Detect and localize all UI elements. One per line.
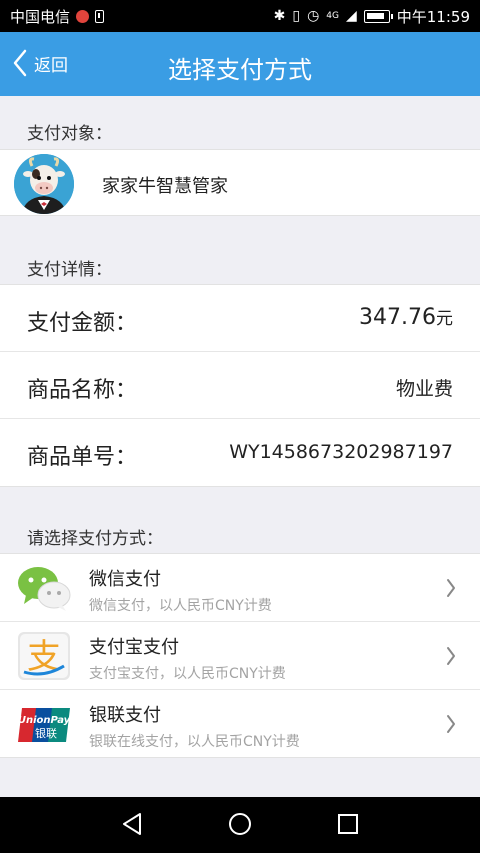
- merchant-name: 家家牛智慧管家: [102, 176, 228, 197]
- system-nav-bar: [0, 797, 480, 853]
- merchant-panel: 家家牛智慧管家: [0, 149, 480, 216]
- carrier-label: 中国电信: [10, 7, 71, 26]
- amount-unit: 元: [436, 309, 453, 329]
- sim-card-icon: [95, 9, 105, 23]
- details-panel: 支付金额： 347.76元 商品名称： 物业费 商品单号： WY14586732…: [0, 284, 480, 487]
- order-number-value: WY1458673202987197: [229, 441, 453, 463]
- notification-badge-icon: [76, 9, 90, 23]
- amount-label: 支付金额：: [27, 311, 138, 336]
- unionpay-icon: UnionPay 银联: [18, 708, 71, 742]
- page-title: 选择支付方式: [168, 56, 312, 84]
- cow-mascot-icon: [14, 154, 74, 214]
- status-time: 中午11:59: [396, 7, 470, 26]
- detail-row-order-number: 商品单号： WY1458673202987197: [0, 419, 480, 486]
- unionpay-subtitle: 银联在线支付，以人民币CNY计费: [89, 734, 300, 750]
- signal-icon: ◢: [345, 8, 357, 24]
- merchant-avatar: [14, 154, 74, 214]
- payment-method-wechat[interactable]: 微信支付 微信支付，以人民币CNY计费: [0, 554, 480, 622]
- alipay-title: 支付宝支付: [89, 637, 179, 658]
- alipay-icon: 支: [18, 632, 70, 680]
- vibrate-icon: ▯: [292, 8, 301, 24]
- payment-section-label: 请选择支付方式：: [27, 529, 163, 549]
- amount-value-wrap: 347.76元: [359, 304, 453, 330]
- alarm-icon: ◷: [307, 8, 320, 24]
- wechat-title: 微信支付: [89, 569, 161, 590]
- order-number-label: 商品单号：: [27, 445, 138, 470]
- status-bar: 中国电信 ✱ ▯ ◷ 4G ◢ 中午11:59: [0, 0, 480, 32]
- detail-row-amount: 支付金额： 347.76元: [0, 285, 480, 352]
- battery-icon: [363, 9, 393, 23]
- bluetooth-icon: ✱: [273, 8, 286, 24]
- product-name-label: 商品名称：: [27, 378, 138, 403]
- details-section-label: 支付详情：: [27, 260, 112, 280]
- payment-method-alipay[interactable]: 支 支付宝支付 支付宝支付，以人民币CNY计费: [0, 622, 480, 690]
- unionpay-title: 银联支付: [89, 705, 161, 726]
- detail-row-product-name: 商品名称： 物业费: [0, 352, 480, 419]
- unionpay-logo-cn-text: 银联: [35, 726, 57, 740]
- nav-bar: 返回 选择支付方式: [0, 32, 480, 96]
- nav-recents-icon[interactable]: [335, 811, 361, 837]
- chevron-right-icon: [447, 715, 455, 733]
- nav-home-icon[interactable]: [227, 811, 253, 837]
- chevron-right-icon: [447, 579, 455, 597]
- amount-value: 347.76: [359, 305, 436, 330]
- wechat-icon: [18, 567, 71, 611]
- chevron-right-icon: [447, 647, 455, 665]
- wechat-subtitle: 微信支付，以人民币CNY计费: [89, 598, 272, 614]
- product-name-value: 物业费: [395, 378, 453, 400]
- payment-method-unionpay[interactable]: UnionPay 银联 银联支付 银联在线支付，以人民币CNY计费: [0, 690, 480, 758]
- network-type-icon: 4G: [326, 10, 339, 21]
- unionpay-logo-text: UnionPay: [18, 715, 71, 726]
- merchant-section-label: 支付对象：: [27, 124, 112, 144]
- payment-methods-panel: 微信支付 微信支付，以人民币CNY计费 支 支付宝支付 支付宝支付，以人民币CN…: [0, 553, 480, 758]
- alipay-subtitle: 支付宝支付，以人民币CNY计费: [89, 666, 286, 682]
- nav-back-icon[interactable]: [120, 811, 146, 837]
